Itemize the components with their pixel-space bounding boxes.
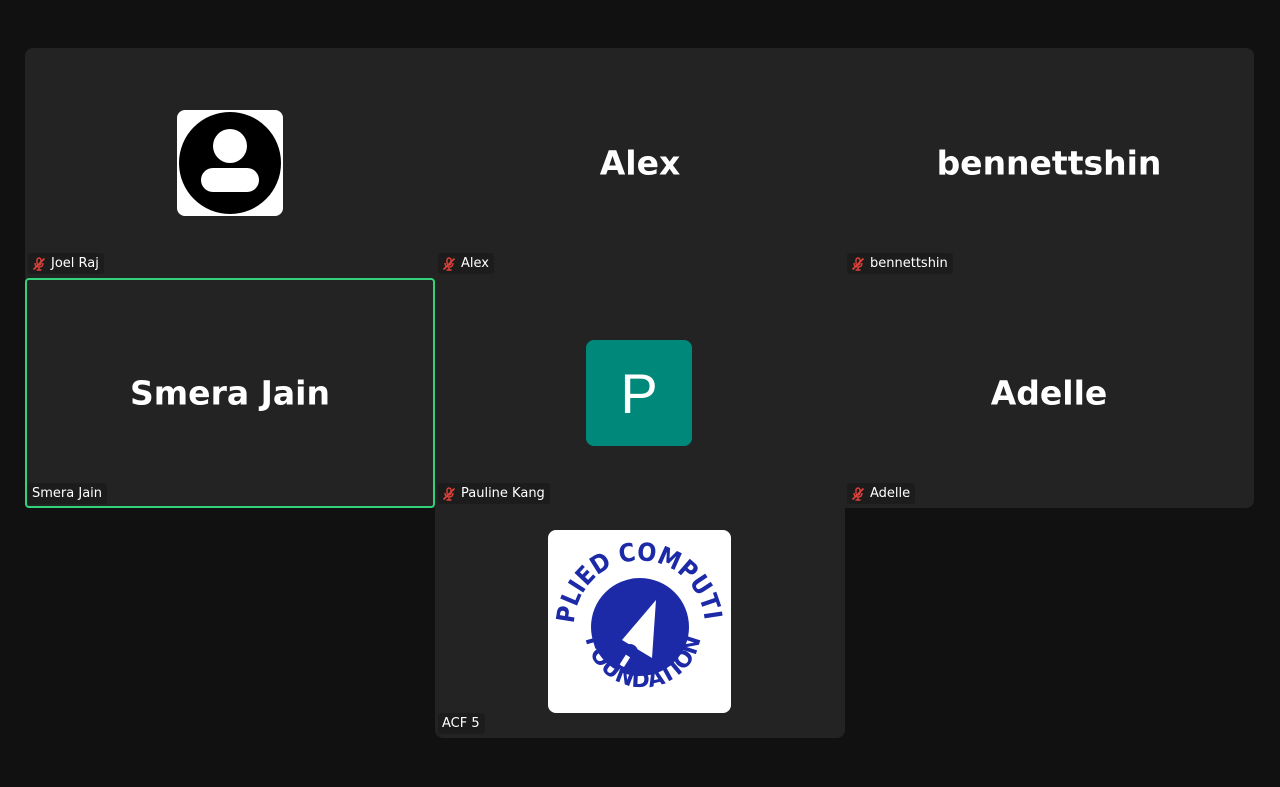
participant-display-name: Alex <box>599 143 681 183</box>
video-tile-bennettshin[interactable]: bennettshin bennettshin <box>844 48 1254 278</box>
participant-name: Adelle <box>870 486 911 501</box>
default-avatar-icon <box>177 110 283 216</box>
muted-mic-icon <box>442 486 456 501</box>
participant-display-name: bennettshin <box>936 143 1162 183</box>
video-tile-pauline-kang[interactable]: P Pauline Kang <box>435 278 845 508</box>
participant-name-label: Pauline Kang <box>438 483 550 504</box>
muted-mic-icon <box>442 256 456 271</box>
participant-name: ACF 5 <box>442 716 480 731</box>
muted-mic-icon <box>851 256 865 271</box>
participant-name: Joel Raj <box>51 256 99 271</box>
video-tile-alex[interactable]: Alex Alex <box>435 48 845 278</box>
participant-name-label: ACF 5 <box>438 713 485 734</box>
video-tile-adelle[interactable]: Adelle Adelle <box>844 278 1254 508</box>
participant-name: Smera Jain <box>32 486 103 501</box>
video-tile-smera-jain[interactable]: Smera Jain Smera Jain <box>25 278 435 508</box>
participant-name: bennettshin <box>870 256 948 271</box>
participant-name-label: Smera Jain <box>28 483 108 504</box>
muted-mic-icon <box>32 256 46 271</box>
participant-name-label: Adelle <box>847 483 916 504</box>
applied-computing-foundation-logo: APPLIED COMPUTING FOUNDATION <box>548 530 731 713</box>
participant-name: Alex <box>461 256 489 271</box>
participant-name-label: Joel Raj <box>28 253 104 274</box>
participant-name-label: bennettshin <box>847 253 953 274</box>
participant-display-name: Smera Jain <box>130 373 330 413</box>
video-tile-acf-5[interactable]: APPLIED COMPUTING FOUNDATION ACF 5 <box>435 508 845 738</box>
video-tile-joel-raj[interactable]: Joel Raj <box>25 48 435 278</box>
participant-display-name: Adelle <box>990 373 1108 413</box>
letter-avatar: P <box>586 340 692 446</box>
participant-name: Pauline Kang <box>461 486 545 501</box>
participant-name-label: Alex <box>438 253 494 274</box>
meeting-gallery: Joel Raj Alex Alex bennettshin bennettsh… <box>0 0 1280 787</box>
muted-mic-icon <box>851 486 865 501</box>
avatar-letter: P <box>620 361 658 425</box>
